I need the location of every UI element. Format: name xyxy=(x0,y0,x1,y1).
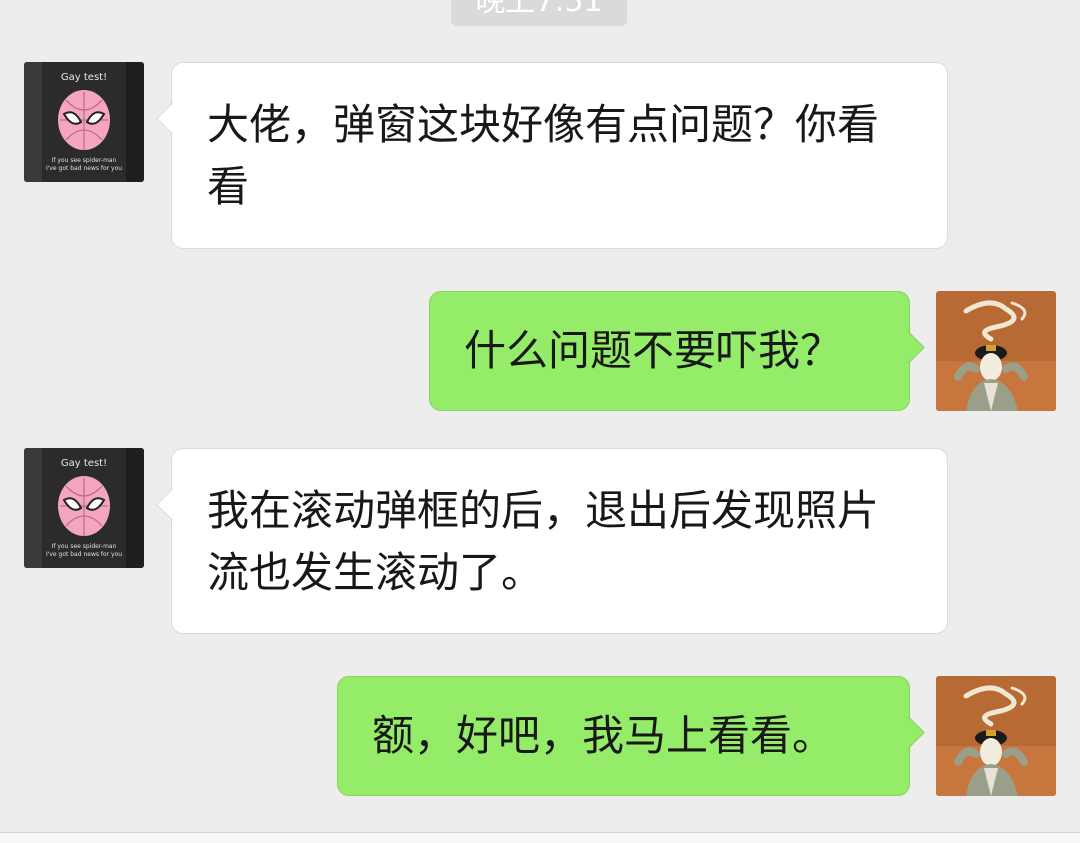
spiderman-shirt-avatar-image: Gay test! If you see spider-man I've got… xyxy=(24,448,144,568)
message-text: 什么问题不要吓我？ xyxy=(464,326,843,375)
my-avatar[interactable] xyxy=(936,291,1056,411)
spiderman-shirt-avatar-image: Gay test! If you see spider-man I've got… xyxy=(24,62,144,182)
bubble-tail xyxy=(892,716,925,749)
avatar-shirt-text-bottom-2: I've got bad news for you xyxy=(46,551,122,558)
contact-avatar[interactable]: Gay test! If you see spider-man I've got… xyxy=(24,62,144,182)
avatar-shirt-text-bottom-2: I've got bad news for you xyxy=(46,165,122,172)
ancient-figure-avatar-image xyxy=(936,676,1056,796)
bubble-tail xyxy=(156,488,189,521)
avatar-shirt-text-bottom-1: If you see spider-man xyxy=(52,543,117,550)
message-timestamp: 晚上7:51 xyxy=(451,0,627,26)
contact-avatar[interactable]: Gay test! If you see spider-man I've got… xyxy=(24,448,144,568)
bubble-tail xyxy=(892,331,925,364)
incoming-message-bubble[interactable]: 我在滚动弹框的后，退出后发现照片流也发生滚动了。 xyxy=(156,448,948,634)
avatar-shirt-text-top: Gay test! xyxy=(61,72,107,83)
incoming-message-bubble[interactable]: 大佬，弹窗这块好像有点问题？你看看 xyxy=(156,62,948,249)
input-bar-edge xyxy=(0,832,1080,843)
avatar-shirt-text-top: Gay test! xyxy=(61,458,107,469)
message-text: 大佬，弹窗这块好像有点问题？你看看 xyxy=(207,100,880,211)
message-text: 额，好吧，我马上看看。 xyxy=(372,711,835,760)
ancient-figure-avatar-image xyxy=(936,291,1056,411)
my-avatar[interactable] xyxy=(936,676,1056,796)
bubble-tail xyxy=(156,102,189,135)
outgoing-message-bubble[interactable]: 什么问题不要吓我？ xyxy=(429,291,925,411)
avatar-shirt-text-bottom-1: If you see spider-man xyxy=(52,157,117,164)
outgoing-message-bubble[interactable]: 额，好吧，我马上看看。 xyxy=(337,676,925,796)
chat-window: 晚上7:51 Gay test! If you see spider-man I… xyxy=(0,0,1080,843)
message-text: 我在滚动弹框的后，退出后发现照片流也发生滚动了。 xyxy=(207,486,880,597)
